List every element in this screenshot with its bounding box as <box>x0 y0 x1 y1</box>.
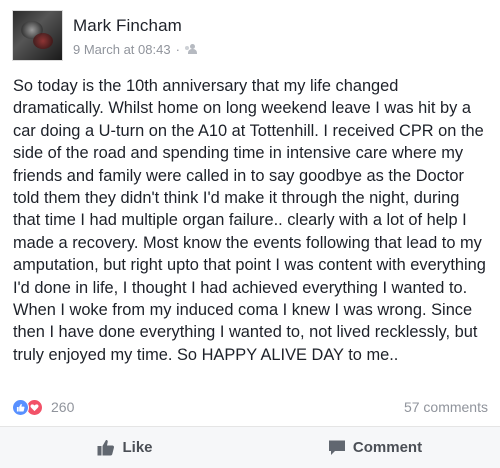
separator-dot: · <box>175 42 180 57</box>
comment-label: Comment <box>352 439 423 456</box>
reactions-summary[interactable]: 260 <box>12 398 75 416</box>
post-timestamp[interactable]: 9 March at 08:43 <box>73 42 171 57</box>
post-text: So today is the 10th anniversary that my… <box>13 77 486 364</box>
post-header: Mark Fincham 9 March at 08:43 · <box>12 10 197 61</box>
facebook-post: Mark Fincham 9 March at 08:43 · So today… <box>0 0 500 468</box>
post-stats: 260 57 comments <box>12 396 488 418</box>
post-meta: Mark Fincham 9 March at 08:43 · <box>73 10 197 57</box>
comment-icon <box>328 439 346 456</box>
friends-icon[interactable] <box>184 44 197 55</box>
avatar[interactable] <box>12 10 63 61</box>
like-reaction-icon <box>12 398 29 416</box>
post-time-row: 9 March at 08:43 · <box>73 42 197 57</box>
post-actions-bar: Like Comment <box>0 426 500 468</box>
like-button[interactable]: Like <box>0 427 250 468</box>
author-name[interactable]: Mark Fincham <box>73 16 197 36</box>
like-label: Like <box>122 439 153 456</box>
thumbs-up-icon <box>97 439 115 456</box>
reaction-count: 260 <box>51 399 75 415</box>
comment-button[interactable]: Comment <box>250 427 500 468</box>
comments-count[interactable]: 57 comments <box>404 399 488 415</box>
